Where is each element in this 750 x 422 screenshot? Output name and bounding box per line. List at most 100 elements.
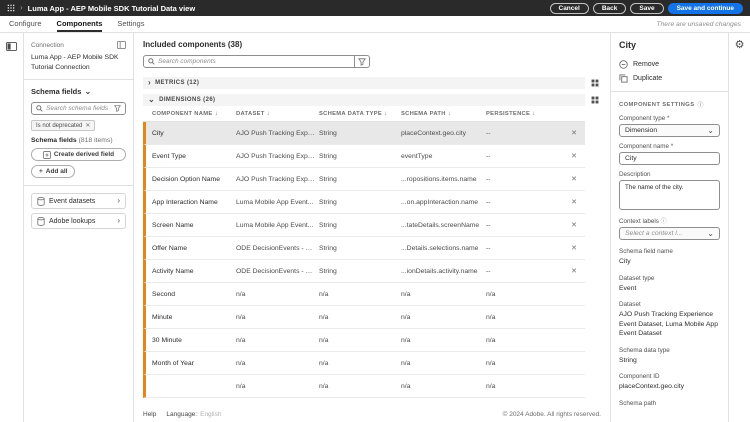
metrics-section-header[interactable]: › Metrics (12)	[143, 77, 585, 89]
table-row[interactable]: App Interaction Name Luma Mobile App Eve…	[143, 191, 585, 214]
collapse-panel-icon[interactable]	[117, 41, 126, 49]
create-derived-field-button[interactable]: Create derived field	[31, 148, 126, 162]
cell-schema-data-type: String	[319, 129, 337, 137]
cancel-button[interactable]: Cancel	[549, 2, 589, 14]
chip-close-icon[interactable]: ✕	[85, 122, 90, 129]
cell-component-name: Activity Name	[152, 267, 194, 275]
metrics-section-line: › Metrics (12)	[143, 77, 601, 89]
copyright: © 2024 Adobe. All rights reserved.	[502, 411, 601, 418]
column-header-schema-path[interactable]: Schema path ↓	[401, 111, 486, 117]
table-row[interactable]: Screen Name Luma Mobile App Event... Str…	[143, 214, 585, 237]
dimensions-section-header[interactable]: ⌄ Dimensions (26)	[143, 94, 585, 106]
component-settings-panel: City Remove Duplicate Component settings…	[610, 33, 728, 422]
table-row[interactable]: n/a n/a n/a n/a	[143, 375, 585, 398]
add-all-button[interactable]: + Add all	[31, 165, 76, 179]
table-row[interactable]: Minute n/a n/a n/a n/a	[143, 306, 585, 329]
metrics-grid-icon[interactable]	[589, 78, 601, 89]
divider	[24, 185, 133, 187]
schema-search-input[interactable]	[46, 105, 111, 113]
save-button[interactable]: Save	[630, 2, 664, 14]
dimensions-grid-icon[interactable]	[589, 95, 601, 106]
back-button[interactable]: Back	[592, 2, 627, 14]
cell-schema-data-type: String	[319, 152, 337, 160]
component-name-label: Component name *	[619, 143, 674, 150]
sort-icon: ↓	[532, 111, 536, 117]
table-row[interactable]: Activity Name ODE DecisionEvents - m... …	[143, 260, 585, 283]
cell-component-name: Second	[152, 290, 176, 298]
remove-row-icon[interactable]: ✕	[568, 221, 580, 229]
column-header-persistence[interactable]: Persistence ↓	[486, 111, 585, 117]
cell-component-name: City	[152, 129, 164, 137]
tab-configure[interactable]: Configure	[9, 16, 42, 32]
sidebar-item-adobe-lookups[interactable]: Adobe lookups ›	[31, 213, 126, 230]
help-link[interactable]: Help	[143, 411, 156, 418]
remove-row-icon[interactable]: ✕	[568, 198, 580, 206]
sidebar: Connection Luma App - AEP Mobile SDK Tut…	[24, 33, 134, 422]
settings-gear-icon[interactable]: ⚙	[735, 40, 745, 51]
tab-components[interactable]: Components	[56, 16, 103, 32]
remove-row-icon[interactable]: ✕	[568, 175, 580, 183]
context-labels-select[interactable]: Select a context l... ⌄	[619, 227, 720, 240]
schema-data-type-label: Schema data type	[619, 346, 670, 354]
table-row[interactable]: 30 Minute n/a n/a n/a n/a	[143, 329, 585, 352]
cell-schema-data-type: n/a	[319, 359, 329, 367]
chevron-down-icon: ⌄	[707, 228, 714, 238]
chevron-down-icon: ⌄	[148, 95, 156, 104]
cell-dataset: ODE DecisionEvents - m...	[236, 244, 317, 252]
cell-persistence: --	[486, 129, 491, 137]
remove-row-icon[interactable]: ✕	[568, 244, 580, 252]
schema-fields-picker[interactable]: Schema fields ⌄	[31, 87, 126, 96]
table-row[interactable]: Event Type AJO Push Tracking Expe... Str…	[143, 145, 585, 168]
cell-schema-path: placeContext.geo.city	[401, 129, 466, 137]
dataset-type-value: Event	[619, 284, 637, 292]
cell-schema-data-type: String	[319, 198, 337, 206]
remove-row-icon[interactable]: ✕	[568, 152, 580, 160]
main-panel: Included components (38) › Metrics (12)	[134, 33, 610, 422]
cell-component-name: App Interaction Name	[152, 198, 218, 206]
cell-dataset: AJO Push Tracking Expe...	[236, 175, 318, 183]
table-row[interactable]: Second n/a n/a n/a n/a	[143, 283, 585, 306]
sort-icon: ↓	[447, 111, 452, 117]
cell-component-name: Event Type	[152, 152, 186, 160]
left-rail	[0, 33, 24, 422]
cell-persistence: n/a	[486, 382, 496, 390]
component-name-input[interactable]	[619, 152, 720, 165]
table-row[interactable]: Month of Year n/a n/a n/a n/a	[143, 352, 585, 375]
table-row[interactable]: City AJO Push Tracking Expe... String pl…	[143, 122, 585, 145]
description-textarea[interactable]: The name of the city.	[619, 180, 720, 210]
sidebar-item-event-datasets[interactable]: Event datasets ›	[31, 193, 126, 210]
connection-label: Connection	[31, 41, 64, 49]
left-panel-toggle-icon[interactable]	[6, 42, 17, 51]
filter-chip-not-deprecated[interactable]: Is not deprecated ✕	[31, 120, 96, 132]
cell-schema-path: n/a	[401, 382, 411, 390]
remove-row-icon[interactable]: ✕	[568, 267, 580, 275]
save-and-continue-button[interactable]: Save and continue	[667, 2, 743, 14]
duplicate-component-action[interactable]: Duplicate	[619, 71, 720, 85]
info-icon: ⓘ	[660, 219, 667, 225]
component-type-select[interactable]: Dimension ⌄	[619, 124, 720, 137]
component-id-value: placeContext.geo.city	[619, 383, 684, 391]
app-switcher-icon[interactable]	[7, 4, 15, 12]
tab-settings[interactable]: Settings	[117, 16, 144, 32]
remove-row-icon[interactable]: ✕	[568, 129, 580, 137]
table-row[interactable]: Offer Name ODE DecisionEvents - m... Str…	[143, 237, 585, 260]
search-icon	[148, 58, 155, 65]
table-row[interactable]: Decision Option Name AJO Push Tracking E…	[143, 168, 585, 191]
included-components-title: Included components (38)	[143, 40, 243, 49]
cell-schema-data-type: String	[319, 267, 337, 275]
selected-component-title: City	[619, 40, 637, 50]
column-header-schema-data-type[interactable]: Schema data type ↓	[319, 111, 401, 117]
column-header-dataset[interactable]: Dataset ↓	[236, 111, 319, 117]
language-selector[interactable]: Language: English	[166, 411, 221, 418]
schema-fields-count: Schema fields (818 items)	[31, 137, 113, 145]
cell-schema-path: ...tateDetails.screenName	[401, 221, 480, 229]
components-search-input[interactable]	[158, 58, 350, 65]
remove-component-action[interactable]: Remove	[619, 57, 720, 71]
cell-persistence: --	[486, 175, 491, 183]
cell-schema-path: n/a	[401, 313, 411, 321]
filter-icon[interactable]	[114, 105, 121, 112]
divider	[611, 91, 728, 92]
cell-schema-path: eventType	[401, 152, 433, 160]
components-filter-button[interactable]	[355, 55, 370, 68]
column-header-component-name[interactable]: Component name ↓	[152, 111, 236, 117]
